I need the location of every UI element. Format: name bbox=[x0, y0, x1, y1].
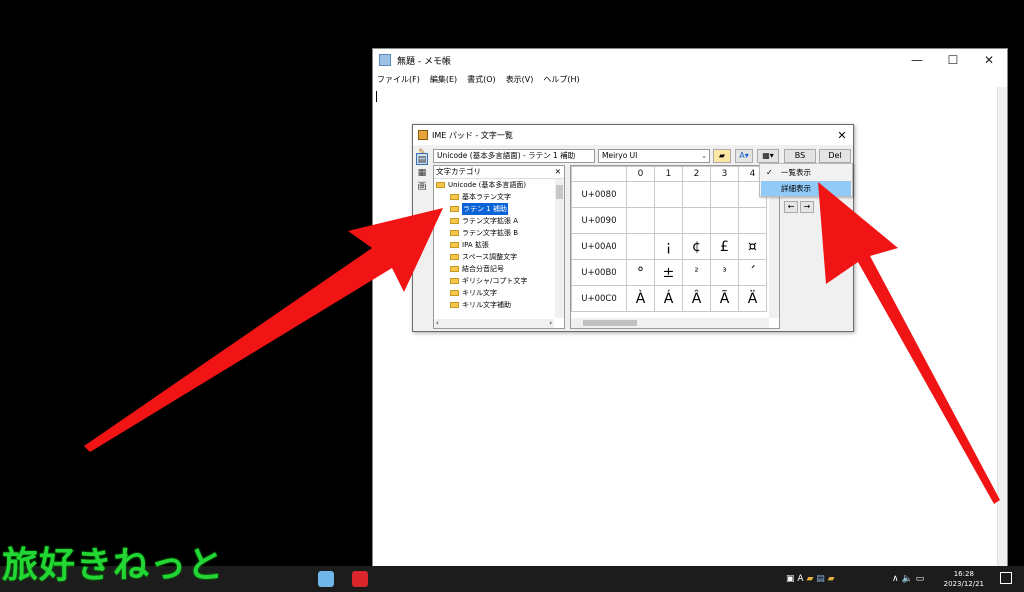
app-taskbar-icon[interactable] bbox=[352, 571, 368, 587]
tray-app-icon[interactable]: ▰ bbox=[806, 574, 813, 584]
speaker-icon[interactable]: 🔈 bbox=[901, 574, 912, 584]
notification-icon[interactable] bbox=[1000, 572, 1012, 584]
notepad-taskbar-icon[interactable] bbox=[318, 571, 334, 587]
watermark: 旅好きねっと bbox=[2, 545, 225, 586]
red-arrow-left bbox=[84, 208, 443, 452]
chevron-up-icon[interactable]: ∧ bbox=[892, 574, 899, 584]
clock-date: 2023/12/21 bbox=[943, 580, 984, 588]
system-tray: ∧ 🔈 ▭ bbox=[892, 566, 924, 592]
clock[interactable]: 16:28 2023/12/21 bbox=[944, 569, 984, 589]
tray-app-icon[interactable]: ▰ bbox=[828, 574, 835, 584]
network-icon[interactable]: ▭ bbox=[916, 574, 925, 584]
red-arrow-right bbox=[818, 182, 1000, 504]
tray-icons: ▣ A ▰ ▤ ▰ bbox=[786, 566, 835, 592]
tray-app-icon[interactable]: ▤ bbox=[816, 574, 825, 584]
clock-time: 16:28 bbox=[953, 570, 974, 578]
tray-app-icon[interactable]: ▣ bbox=[786, 574, 795, 584]
annotation-arrows bbox=[84, 182, 1000, 504]
ime-indicator[interactable]: A bbox=[797, 574, 803, 584]
